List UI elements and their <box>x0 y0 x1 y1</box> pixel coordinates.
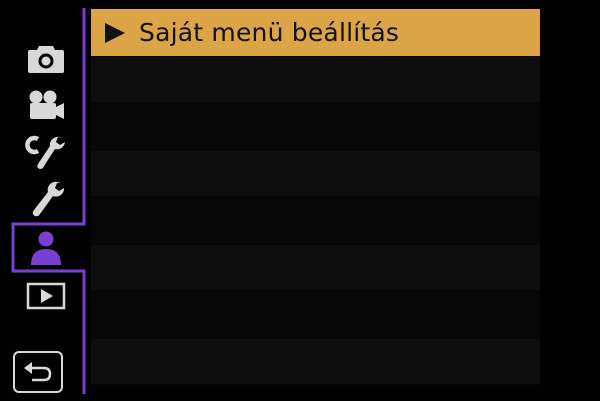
menu-row-empty <box>91 244 540 291</box>
tab-my-menu[interactable] <box>22 228 70 268</box>
my-menu-person-icon <box>31 231 61 265</box>
tab-custom[interactable] <box>22 131 70 171</box>
tab-camera[interactable] <box>22 38 70 78</box>
camera-menu-screen: Saját menü beállítás <box>0 0 600 401</box>
menu-row-empty <box>91 103 540 150</box>
triangle-right-icon <box>105 22 125 43</box>
back-button[interactable] <box>13 351 63 393</box>
playback-icon <box>26 282 66 310</box>
custom-settings-icon <box>25 135 65 169</box>
menu-row-empty <box>91 291 540 338</box>
menu-row-empty <box>91 197 540 244</box>
tab-video[interactable] <box>22 85 70 125</box>
menu-item-my-menu-setting[interactable]: Saját menü beállítás <box>91 9 540 56</box>
menu-row-empty <box>91 338 540 385</box>
menu-item-label: Saját menü beállítás <box>139 18 400 47</box>
menu-list: Saját menü beállítás <box>91 9 540 385</box>
tab-playback[interactable] <box>22 276 70 316</box>
back-arrow-icon <box>24 362 52 382</box>
menu-row-empty <box>91 56 540 103</box>
menu-row-empty <box>91 150 540 197</box>
video-camera-icon <box>29 90 64 119</box>
camera-icon <box>28 46 64 73</box>
tab-setup[interactable] <box>22 180 70 220</box>
setup-wrench-icon <box>32 181 65 217</box>
